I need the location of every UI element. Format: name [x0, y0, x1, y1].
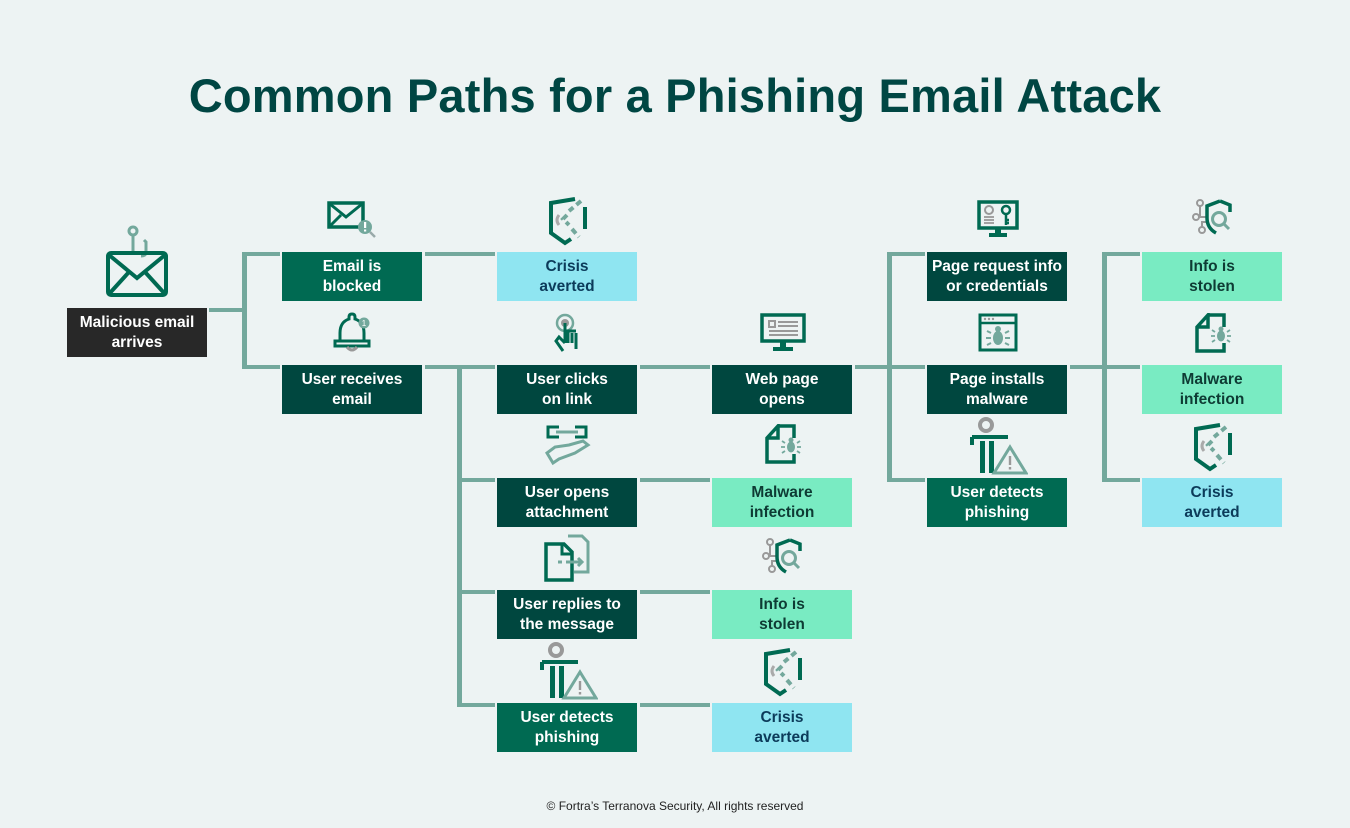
notification-bell-icon: 1	[333, 311, 373, 353]
node-crisis-averted: Crisis averted	[712, 703, 852, 752]
finger-tap-icon	[553, 313, 585, 355]
node-label: Info is stolen	[759, 595, 805, 633]
node-crisis-averted: Crisis averted	[497, 252, 637, 301]
node-label: Crisis averted	[1184, 483, 1240, 521]
page-title: Common Paths for a Phishing Email Attack	[188, 69, 1162, 122]
node-user-receives-email: User receives email	[282, 365, 422, 414]
browser-bug-icon	[978, 313, 1018, 353]
connector-line	[209, 308, 245, 312]
monitor-webpage-icon	[760, 313, 806, 353]
node-label: Crisis averted	[754, 708, 810, 746]
node-label: Page installs malware	[949, 370, 1045, 408]
file-bug-icon	[764, 424, 804, 464]
node-label: User receives email	[301, 370, 403, 408]
node-label: Page request info or credentials	[931, 257, 1063, 295]
phishing-hook-envelope-icon	[104, 224, 170, 298]
node-label: Web page opens	[745, 370, 819, 408]
node-user-detects-phishing: User detects phishing	[927, 478, 1067, 527]
node-label: User opens attachment	[524, 483, 610, 521]
node-label: Malware infection	[749, 483, 815, 521]
shield-network-search-icon	[1192, 198, 1236, 242]
connector-line	[242, 252, 247, 369]
connector-line	[242, 252, 280, 256]
node-malware-infection: Malware infection	[1142, 365, 1282, 414]
node-page-installs-malware: Page installs malware	[927, 365, 1067, 414]
connector-line	[640, 590, 710, 594]
node-malicious-email-arrives: Malicious email arrives	[67, 308, 207, 357]
connector-line	[457, 590, 495, 594]
connector-line	[640, 703, 710, 707]
copyright-footer: © Fortra’s Terranova Security, All right…	[546, 799, 804, 813]
connector-line	[242, 365, 280, 369]
connector-line	[425, 252, 495, 256]
link-handshake-icon	[545, 423, 591, 467]
shield-signal-icon	[545, 195, 591, 247]
node-web-page-opens: Web page opens	[712, 365, 852, 414]
node-label: User clicks on link	[526, 370, 608, 408]
node-malware-infection: Malware infection	[712, 478, 852, 527]
document-forward-icon	[544, 534, 592, 582]
connector-line	[887, 252, 892, 482]
connector-line	[1102, 252, 1140, 256]
node-user-clicks-link: User clicks on link	[497, 365, 637, 414]
connector-line	[640, 365, 710, 369]
node-label: Email is blocked	[322, 257, 382, 295]
connector-line	[887, 478, 925, 482]
connector-line	[457, 703, 495, 707]
node-email-blocked: Email is blocked	[282, 252, 422, 301]
connector-line	[457, 365, 462, 706]
node-label: User detects phishing	[950, 483, 1044, 521]
node-user-replies: User replies to the message	[497, 590, 637, 639]
monitor-credentials-key-icon	[977, 200, 1019, 240]
shield-signal-icon	[1190, 421, 1236, 473]
envelope-alert-search-icon	[327, 200, 377, 240]
connector-line	[1102, 252, 1107, 482]
connector-line	[1102, 478, 1140, 482]
node-user-opens-attachment: User opens attachment	[497, 478, 637, 527]
node-info-stolen: Info is stolen	[1142, 252, 1282, 301]
node-label: User replies to the message	[513, 595, 621, 633]
node-label: Crisis averted	[539, 257, 595, 295]
node-label: Malware infection	[1179, 370, 1245, 408]
shield-network-search-icon	[762, 537, 806, 581]
node-user-detects-phishing: User detects phishing	[497, 703, 637, 752]
node-info-stolen: Info is stolen	[712, 590, 852, 639]
file-bug-icon	[1194, 313, 1234, 353]
node-label: User detects phishing	[520, 708, 614, 746]
node-crisis-averted: Crisis averted	[1142, 478, 1282, 527]
node-page-request-credentials: Page request info or credentials	[927, 252, 1067, 301]
svg-text:1: 1	[362, 319, 367, 328]
node-label: Info is stolen	[1189, 257, 1235, 295]
connector-line	[887, 252, 925, 256]
person-warning-icon	[970, 417, 1028, 475]
person-warning-icon	[540, 642, 598, 700]
connector-line	[640, 478, 710, 482]
shield-signal-icon	[760, 646, 806, 698]
node-label: Malicious email arrives	[79, 313, 195, 351]
connector-line	[457, 478, 495, 482]
